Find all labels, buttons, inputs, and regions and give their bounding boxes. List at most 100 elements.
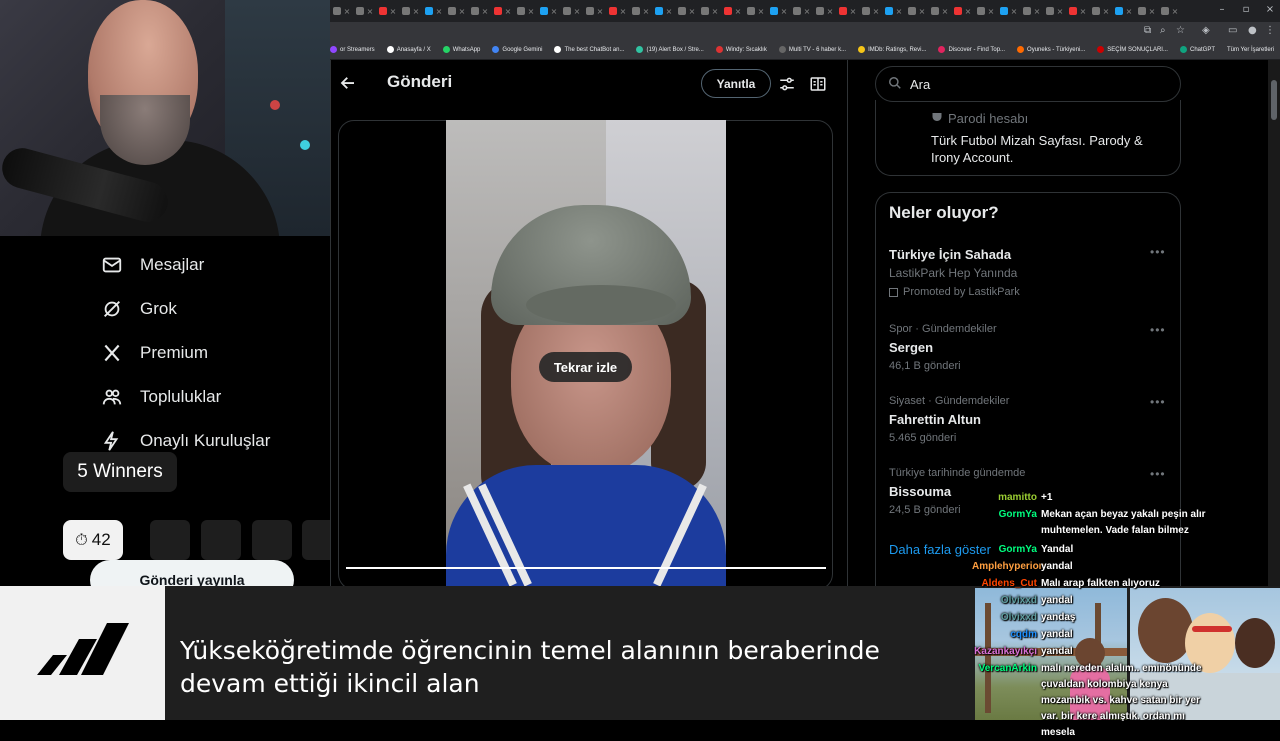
tab-close-icon[interactable]: × [712, 7, 719, 16]
extension-icon[interactable]: ◈ [1202, 25, 1210, 36]
browser-tab[interactable]: × [997, 0, 1020, 22]
tab-close-icon[interactable]: × [1011, 7, 1018, 16]
browser-tab[interactable]: × [1112, 0, 1135, 22]
trend-name[interactable]: Bissouma [889, 484, 951, 499]
tab-close-icon[interactable]: × [344, 7, 351, 16]
browser-tab[interactable]: × [790, 0, 813, 22]
bookmark-item[interactable]: or Streamers [330, 46, 375, 53]
tab-close-icon[interactable]: × [896, 7, 903, 16]
tab-close-icon[interactable]: × [758, 7, 765, 16]
bookmark-item[interactable]: (19) Alert Box / Stre... [636, 46, 704, 53]
browser-tab[interactable]: × [836, 0, 859, 22]
tab-close-icon[interactable]: × [1149, 7, 1156, 16]
more-options-icon[interactable]: ••• [1150, 323, 1166, 337]
tab-close-icon[interactable]: × [1080, 7, 1087, 16]
tab-close-icon[interactable]: × [551, 7, 558, 16]
browser-tab[interactable]: × [583, 0, 606, 22]
browser-tab[interactable]: × [882, 0, 905, 22]
tab-close-icon[interactable]: × [459, 7, 466, 16]
bookmark-item[interactable]: SEÇİM SONUÇLARI... [1097, 46, 1168, 53]
more-options-icon[interactable]: ••• [1150, 245, 1166, 259]
trend-name[interactable]: Sergen [889, 340, 933, 355]
tab-close-icon[interactable]: × [1034, 7, 1041, 16]
browser-tab[interactable]: × [744, 0, 767, 22]
browser-tab[interactable]: × [606, 0, 629, 22]
browser-tab[interactable]: × [675, 0, 698, 22]
bookmark-item[interactable]: Multi TV - 6 haber k... [778, 46, 846, 53]
star-icon[interactable]: ☆ [1176, 25, 1185, 36]
tab-close-icon[interactable]: × [574, 7, 581, 16]
browser-tab[interactable]: × [1066, 0, 1089, 22]
browser-tab[interactable]: × [1089, 0, 1112, 22]
browser-tab[interactable]: × [905, 0, 928, 22]
bookmark-item[interactable]: ChatGPT [1179, 46, 1215, 53]
browser-tab[interactable]: × [491, 0, 514, 22]
tab-close-icon[interactable]: × [436, 7, 443, 16]
tab-close-icon[interactable]: × [620, 7, 627, 16]
replay-button[interactable]: Tekrar izle [539, 352, 632, 382]
nav-item-messages[interactable]: Mesajlar [100, 250, 204, 280]
bookmark-item[interactable]: IMDb: Ratings, Revi... [858, 46, 926, 53]
profile-icon[interactable]: ● [1248, 25, 1257, 36]
back-arrow-icon[interactable] [337, 72, 359, 94]
browser-tab[interactable]: × [629, 0, 652, 22]
tab-close-icon[interactable]: × [1057, 7, 1064, 16]
nav-item-premium[interactable]: Premium [100, 338, 208, 368]
video-progress-bar[interactable] [346, 567, 826, 569]
browser-tab[interactable]: × [537, 0, 560, 22]
close-window-icon[interactable]: × [1260, 0, 1280, 20]
tab-close-icon[interactable]: × [666, 7, 673, 16]
tab-close-icon[interactable]: × [367, 7, 374, 16]
tab-close-icon[interactable]: × [781, 7, 788, 16]
all-bookmarks-link[interactable]: Tüm Yer İşaretleri [1227, 47, 1274, 53]
tab-close-icon[interactable]: × [1103, 7, 1110, 16]
browser-tab[interactable]: × [560, 0, 583, 22]
tab-close-icon[interactable]: × [873, 7, 880, 16]
sliders-icon[interactable] [778, 75, 796, 98]
bookmark-item[interactable]: Oyuneks - Türkiyeni... [1017, 46, 1085, 53]
tab-close-icon[interactable]: × [390, 7, 397, 16]
browser-tab[interactable]: × [330, 0, 353, 22]
reader-icon[interactable] [809, 75, 827, 98]
browser-tab[interactable]: × [1020, 0, 1043, 22]
browser-tab[interactable]: × [353, 0, 376, 22]
cast-icon[interactable]: ▭ [1228, 25, 1237, 36]
tab-close-icon[interactable]: × [528, 7, 535, 16]
tab-close-icon[interactable]: × [804, 7, 811, 16]
nav-item-grok[interactable]: Grok [100, 294, 177, 324]
tab-close-icon[interactable]: × [735, 7, 742, 16]
tab-close-icon[interactable]: × [413, 7, 420, 16]
tab-close-icon[interactable]: × [965, 7, 972, 16]
bookmark-item[interactable]: Windy: Sıcaklık [715, 46, 767, 53]
browser-tab[interactable]: × [1158, 0, 1181, 22]
bookmark-item[interactable]: The best ChatBot an... [554, 46, 624, 53]
browser-tab[interactable]: × [721, 0, 744, 22]
tab-close-icon[interactable]: × [505, 7, 512, 16]
tab-close-icon[interactable]: × [643, 7, 650, 16]
screenshot-icon[interactable]: ⧉ [1144, 25, 1151, 36]
browser-tab[interactable]: × [951, 0, 974, 22]
browser-tab[interactable]: × [514, 0, 537, 22]
browser-tab[interactable]: × [859, 0, 882, 22]
bookmark-item[interactable]: WhatsApp [442, 46, 480, 53]
browser-tab[interactable]: × [376, 0, 399, 22]
browser-tab[interactable]: × [422, 0, 445, 22]
trend-name[interactable]: Türkiye İçin Sahada [889, 247, 1011, 262]
browser-tab[interactable]: × [767, 0, 790, 22]
tab-close-icon[interactable]: × [1126, 7, 1133, 16]
tab-close-icon[interactable]: × [850, 7, 857, 16]
browser-tab[interactable]: × [1043, 0, 1066, 22]
browser-tab[interactable]: × [1135, 0, 1158, 22]
browser-tab[interactable]: × [652, 0, 675, 22]
browser-tab[interactable]: × [974, 0, 997, 22]
tab-close-icon[interactable]: × [689, 7, 696, 16]
browser-tab[interactable]: × [813, 0, 836, 22]
tab-close-icon[interactable]: × [482, 7, 489, 16]
scrollbar-thumb[interactable] [1271, 80, 1277, 120]
more-options-icon[interactable]: ••• [1150, 467, 1166, 481]
menu-dots-icon[interactable]: ⋮ [1265, 25, 1275, 36]
more-options-icon[interactable]: ••• [1150, 395, 1166, 409]
reply-button[interactable]: Yanıtla [701, 69, 771, 98]
nav-item-communities[interactable]: Topluluklar [100, 382, 221, 412]
bookmark-item[interactable]: Google Gemini [492, 46, 542, 53]
